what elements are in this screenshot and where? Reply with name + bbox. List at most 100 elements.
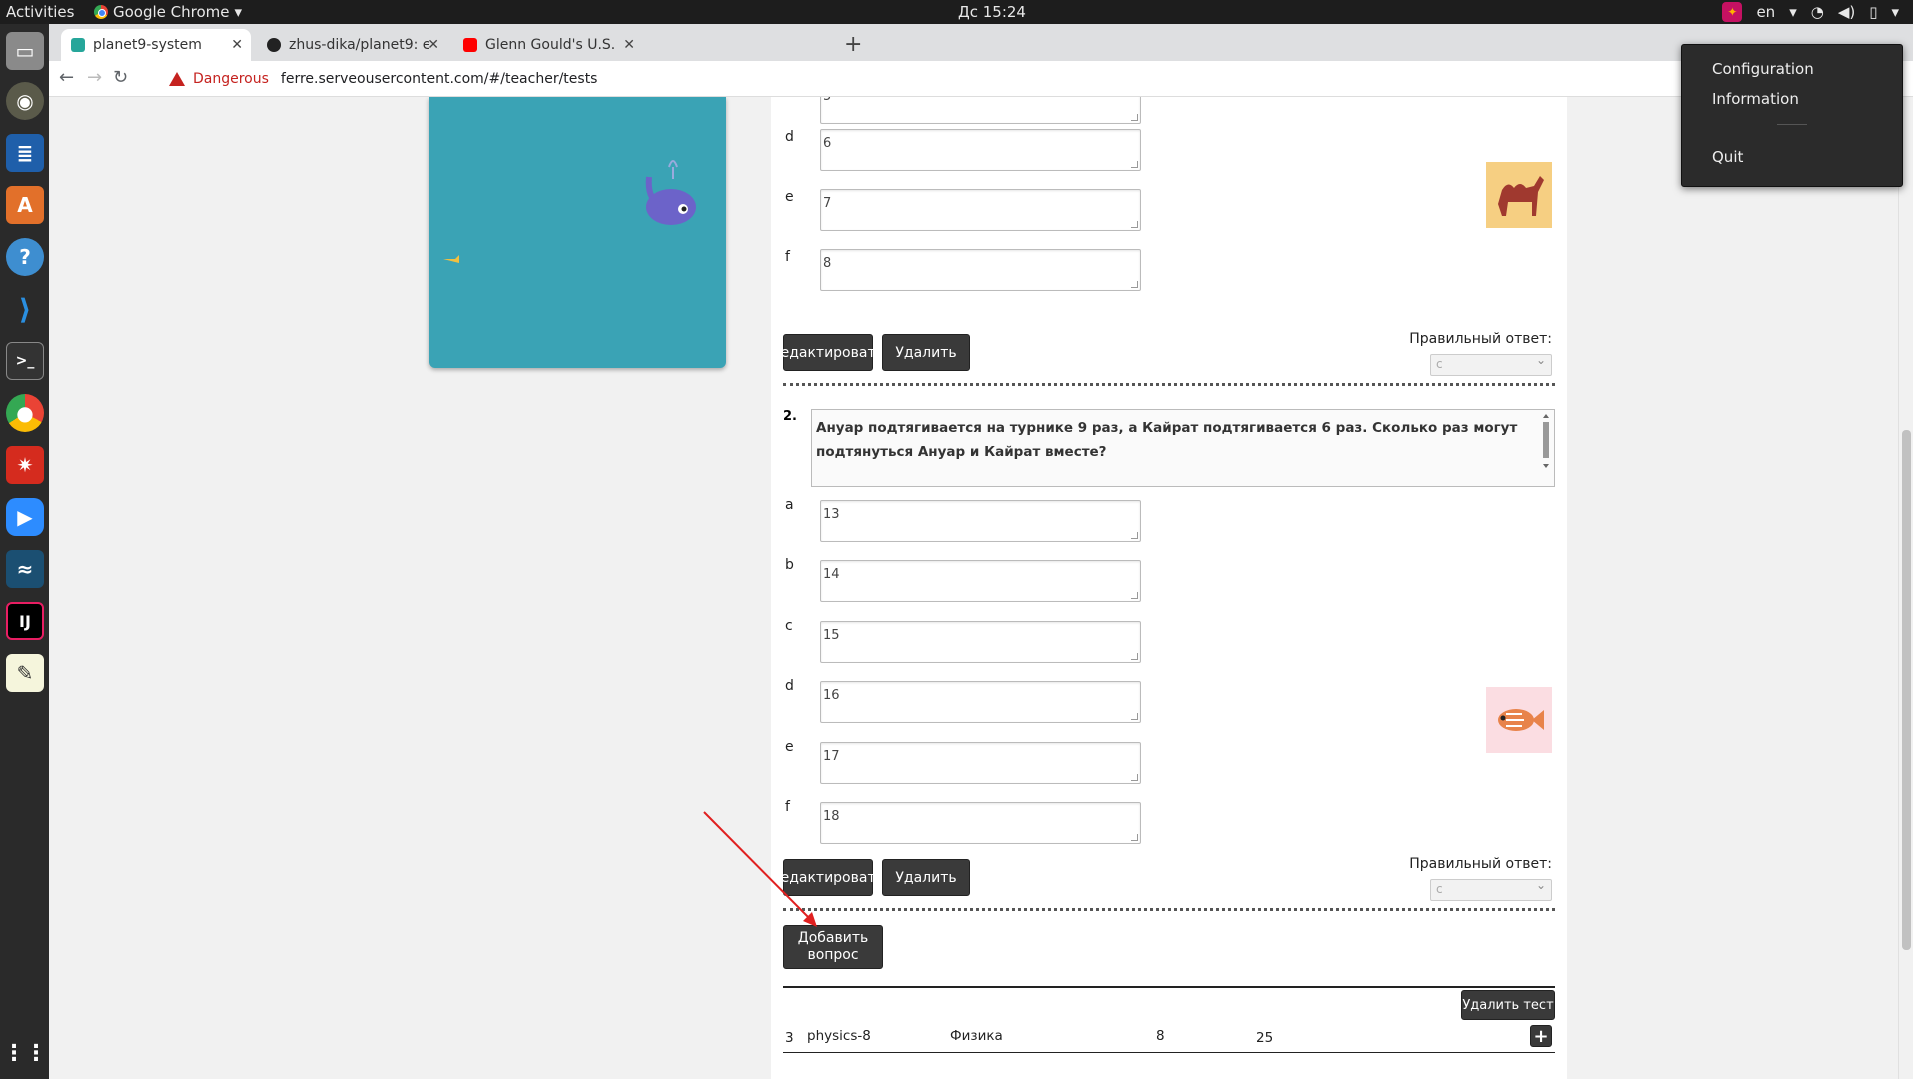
option-row: e 17 bbox=[771, 739, 1567, 784]
menu-item-quit[interactable]: Quit bbox=[1712, 148, 1743, 166]
intellij-icon[interactable]: IJ bbox=[6, 602, 44, 640]
textarea-scrollbar[interactable] bbox=[1540, 412, 1552, 484]
edit-button[interactable]: Редактировать bbox=[772, 334, 884, 371]
option-row: c 15 bbox=[771, 618, 1567, 663]
show-apps-icon[interactable]: ⋮⋮ bbox=[3, 1034, 47, 1072]
tray-menu: Configuration Information Quit bbox=[1681, 44, 1903, 187]
tab-planet9-system[interactable]: planet9-system ✕ bbox=[61, 29, 251, 61]
mysql-workbench-icon[interactable]: ≈ bbox=[6, 550, 44, 588]
option-input[interactable]: 16 bbox=[820, 681, 1141, 723]
language-indicator[interactable]: en bbox=[1756, 3, 1775, 21]
camel-icon bbox=[1498, 176, 1544, 216]
test-editor: c 5 d 6 e 7 f 8 Редактировать Удалить Пр… bbox=[771, 97, 1567, 1079]
option-letter: c bbox=[785, 97, 793, 98]
chrome-icon bbox=[94, 5, 108, 19]
youtube-icon bbox=[463, 38, 477, 52]
tab-title: Glenn Gould's U.S. Tele bbox=[485, 37, 615, 53]
fish-image bbox=[1486, 687, 1552, 753]
software-center-icon[interactable]: A bbox=[6, 186, 44, 224]
writer-icon[interactable]: ≣ bbox=[6, 134, 44, 172]
option-input[interactable]: 14 bbox=[820, 560, 1141, 602]
forward-icon[interactable]: → bbox=[87, 67, 102, 88]
page-scrollbar[interactable] bbox=[1898, 97, 1913, 1079]
back-icon[interactable]: ← bbox=[59, 67, 74, 88]
app-name: Google Chrome bbox=[113, 3, 230, 21]
tray-app-icon[interactable]: ✦ bbox=[1722, 2, 1743, 22]
activities-button[interactable]: Activities bbox=[6, 3, 74, 21]
terminal-icon[interactable]: >_ bbox=[6, 342, 44, 380]
reload-icon[interactable]: ↻ bbox=[113, 67, 128, 88]
option-input[interactable]: 6 bbox=[820, 129, 1141, 171]
close-icon[interactable]: ✕ bbox=[231, 37, 243, 53]
option-input[interactable]: 13 bbox=[820, 500, 1141, 542]
clock[interactable]: Дс 15:24 bbox=[958, 3, 1026, 21]
table-separator bbox=[783, 986, 1555, 988]
option-row: d 6 bbox=[771, 129, 1567, 171]
tab-github[interactable]: zhus-dika/planet9: educat ✕ bbox=[257, 29, 447, 61]
close-icon[interactable]: ✕ bbox=[427, 37, 439, 53]
option-letter: d bbox=[785, 678, 794, 694]
option-letter: a bbox=[785, 497, 794, 513]
url-text[interactable]: ferre.serveousercontent.com/#/teacher/te… bbox=[281, 71, 598, 87]
test-question-count: 25 bbox=[1256, 1030, 1274, 1046]
option-input[interactable]: 7 bbox=[820, 189, 1141, 231]
chevron-down-icon: ▾ bbox=[234, 3, 243, 21]
vscode-icon[interactable]: ⟩ bbox=[6, 290, 44, 328]
test-subject: Физика bbox=[950, 1028, 1003, 1044]
tab-strip: planet9-system ✕ zhus-dika/planet9: educ… bbox=[49, 24, 1913, 61]
correct-answer-select[interactable]: c bbox=[1430, 878, 1552, 901]
question-number: 2. bbox=[783, 409, 797, 424]
question-text: Ануар подтягивается на турнике 9 раз, а … bbox=[816, 420, 1518, 460]
option-row: b 14 bbox=[771, 557, 1567, 602]
tab-title: zhus-dika/planet9: educat bbox=[289, 37, 429, 53]
menu-item-information[interactable]: Information bbox=[1712, 90, 1799, 108]
battery-icon: ▯ bbox=[1869, 3, 1878, 21]
correct-answer-label: Правильный ответ: bbox=[1409, 331, 1552, 347]
chrome-icon[interactable]: ● bbox=[6, 394, 44, 432]
rhythmbox-icon[interactable]: ◉ bbox=[6, 82, 44, 120]
page-viewport: c 5 d 6 e 7 f 8 Редактировать Удалить Пр… bbox=[49, 97, 1913, 1079]
option-row: f 8 bbox=[771, 249, 1567, 291]
expand-button[interactable]: + bbox=[1530, 1025, 1552, 1047]
zoom-icon[interactable]: ▶ bbox=[6, 498, 44, 536]
camel-image bbox=[1486, 162, 1552, 228]
address-bar[interactable]: Dangerous ferre.serveousercontent.com/#/… bbox=[169, 65, 1769, 93]
scrollbar-thumb[interactable] bbox=[1902, 430, 1911, 950]
option-row: c 5 bbox=[771, 97, 1567, 124]
chevron-down-icon: ▾ bbox=[1789, 3, 1797, 21]
option-input[interactable]: 5 bbox=[820, 97, 1141, 124]
new-tab-button[interactable]: + bbox=[844, 32, 862, 57]
mathematica-icon[interactable]: ✷ bbox=[6, 446, 44, 484]
browser-toolbar: ← → ↻ Dangerous ferre.serveousercontent.… bbox=[49, 61, 1913, 97]
question-text-input[interactable]: Ануар подтягивается на турнике 9 раз, а … bbox=[811, 409, 1555, 487]
option-row: e 7 bbox=[771, 189, 1567, 231]
planet-card bbox=[429, 97, 726, 368]
delete-button[interactable]: Удалить bbox=[882, 859, 970, 896]
option-row: d 16 bbox=[771, 678, 1567, 723]
menu-item-configuration[interactable]: Configuration bbox=[1712, 60, 1814, 78]
annotation-arrow bbox=[703, 811, 817, 927]
security-indicator[interactable]: Dangerous bbox=[169, 71, 269, 87]
tab-title: planet9-system bbox=[93, 37, 202, 53]
file-manager-icon[interactable]: ▭ bbox=[6, 32, 44, 70]
correct-answer-select[interactable]: c bbox=[1430, 353, 1552, 376]
option-letter: e bbox=[785, 189, 794, 205]
question-divider bbox=[783, 908, 1555, 911]
option-row: a 13 bbox=[771, 497, 1567, 542]
tab-youtube[interactable]: Glenn Gould's U.S. Tele ✕ bbox=[453, 29, 643, 61]
test-name: physics-8 bbox=[807, 1028, 871, 1044]
delete-button[interactable]: Удалить bbox=[882, 334, 970, 371]
fish-icon bbox=[1498, 709, 1544, 731]
option-input[interactable]: 18 bbox=[820, 802, 1141, 844]
option-input[interactable]: 17 bbox=[820, 742, 1141, 784]
option-input[interactable]: 15 bbox=[820, 621, 1141, 663]
help-icon[interactable]: ? bbox=[6, 238, 44, 276]
text-editor-icon[interactable]: ✎ bbox=[6, 654, 44, 692]
close-icon[interactable]: ✕ bbox=[623, 37, 635, 53]
app-menu[interactable]: Google Chrome ▾ bbox=[94, 3, 242, 21]
status-area[interactable]: ✦ en ▾ ◔ ◀) ▯ ▾ bbox=[1722, 2, 1899, 22]
delete-test-button[interactable]: Удалить тест bbox=[1461, 990, 1555, 1020]
option-input[interactable]: 8 bbox=[820, 249, 1141, 291]
security-label: Dangerous bbox=[193, 71, 269, 87]
github-icon bbox=[267, 38, 281, 52]
